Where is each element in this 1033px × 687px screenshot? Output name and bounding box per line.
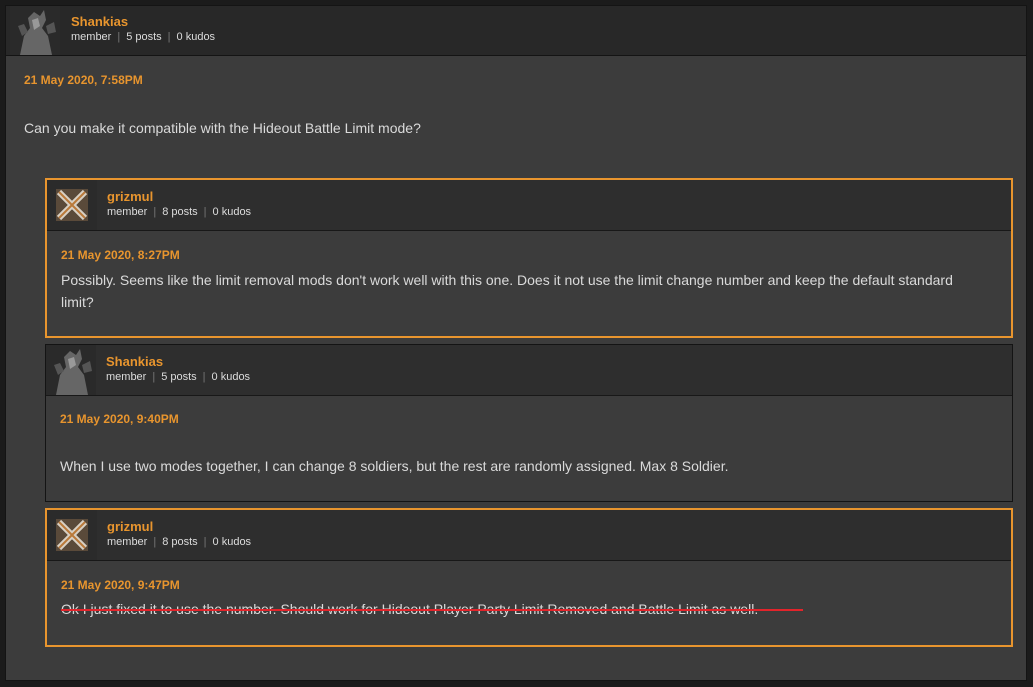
- username[interactable]: grizmul: [107, 189, 153, 204]
- reply-post: grizmul member | 8 posts | 0 kudos 21 May 20…: [45, 178, 1013, 338]
- separator: |: [117, 31, 121, 43]
- username[interactable]: Shankias: [106, 354, 163, 369]
- user-role: member: [107, 536, 148, 548]
- kudos-count: 0 kudos: [212, 206, 252, 218]
- user-meta: member | 8 posts | 0 kudos: [107, 206, 251, 218]
- reply-post: grizmul member | 8 posts | 0 kudos 21 May 20…: [45, 508, 1013, 647]
- crossed-emblem-avatar-icon: [47, 180, 97, 230]
- separator: |: [152, 371, 156, 383]
- post-body: Possibly. Seems like the limit removal m…: [61, 272, 953, 310]
- user-role: member: [106, 371, 147, 383]
- separator: |: [153, 536, 157, 548]
- highlight-underline: [61, 609, 803, 611]
- avatar[interactable]: [47, 510, 97, 560]
- post-date: 21 May 2020, 8:27PM: [61, 248, 180, 262]
- avatar[interactable]: [47, 180, 97, 230]
- post-body: When I use two modes together, I can cha…: [60, 458, 729, 474]
- user-meta: member | 8 posts | 0 kudos: [107, 536, 251, 548]
- comment-thread: Shankias member | 5 posts | 0 kudos 21 May 2…: [5, 5, 1027, 681]
- kudos-count: 0 kudos: [211, 371, 251, 383]
- post-header: grizmul member | 8 posts | 0 kudos: [47, 180, 1011, 231]
- post-date: 21 May 2020, 9:40PM: [60, 412, 179, 426]
- user-meta: member | 5 posts | 0 kudos: [71, 31, 215, 43]
- post-count: 5 posts: [126, 31, 162, 43]
- separator: |: [203, 206, 207, 218]
- user-role: member: [71, 31, 112, 43]
- crossed-emblem-avatar-icon: [47, 510, 97, 560]
- reply-post: Shankias member | 5 posts | 0 kudos 21 May 2…: [45, 344, 1013, 502]
- separator: |: [167, 31, 171, 43]
- kudos-count: 0 kudos: [212, 536, 252, 548]
- user-meta: member | 5 posts | 0 kudos: [106, 371, 250, 383]
- avatar[interactable]: [46, 345, 96, 395]
- warrior-avatar-icon: [46, 345, 96, 395]
- post-count: 5 posts: [161, 371, 197, 383]
- post-date: 21 May 2020, 7:58PM: [24, 73, 143, 87]
- avatar[interactable]: [10, 6, 60, 55]
- post-date: 21 May 2020, 9:47PM: [61, 578, 180, 592]
- separator: |: [202, 371, 206, 383]
- post-header: Shankias member | 5 posts | 0 kudos: [46, 345, 1012, 396]
- separator: |: [203, 536, 207, 548]
- username[interactable]: Shankias: [71, 14, 128, 29]
- post-count: 8 posts: [162, 536, 198, 548]
- user-role: member: [107, 206, 148, 218]
- kudos-count: 0 kudos: [176, 31, 216, 43]
- separator: |: [153, 206, 157, 218]
- post-count: 8 posts: [162, 206, 198, 218]
- post-body: Can you make it compatible with the Hide…: [24, 120, 421, 136]
- username[interactable]: grizmul: [107, 519, 153, 534]
- warrior-avatar-icon: [10, 6, 60, 55]
- post-header: Shankias member | 5 posts | 0 kudos: [6, 6, 1026, 56]
- post-header: grizmul member | 8 posts | 0 kudos: [47, 510, 1011, 561]
